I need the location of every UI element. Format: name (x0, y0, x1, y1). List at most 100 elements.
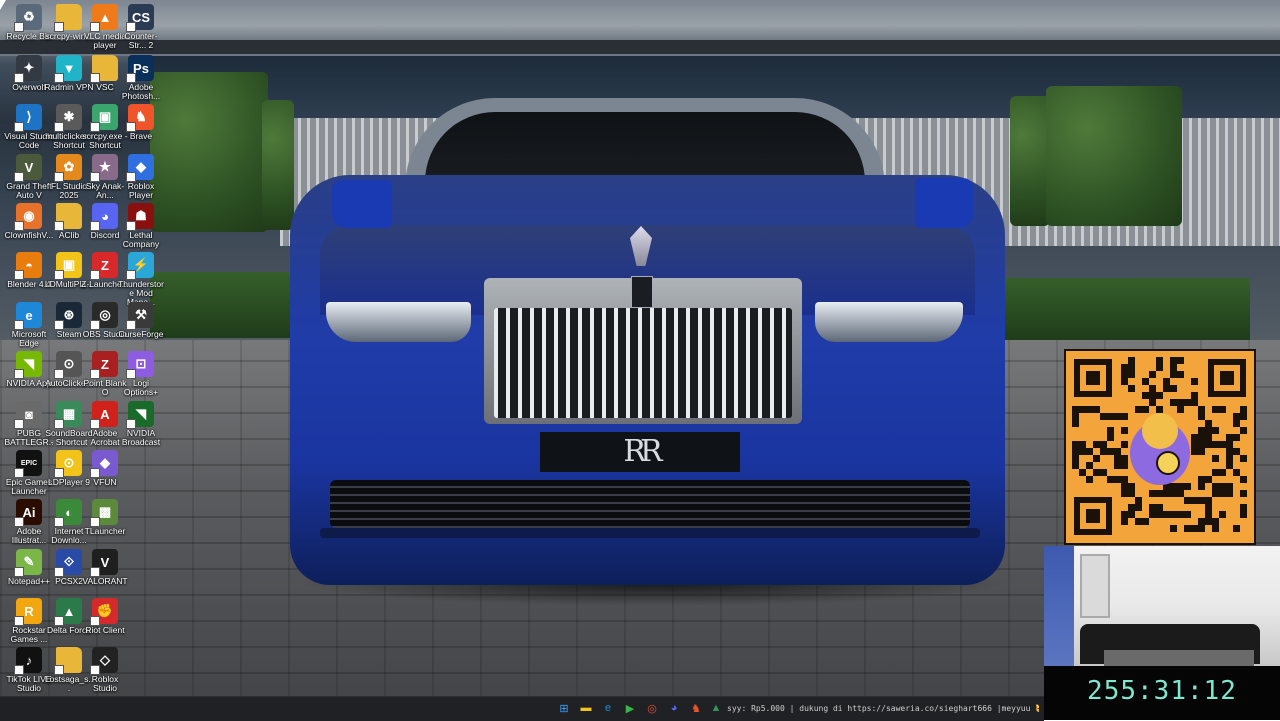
qr-module (1205, 420, 1212, 427)
grand-theft-auto-v-icon: V (14, 154, 42, 182)
shortcut-arrow-icon (90, 320, 100, 330)
qr-module (1093, 406, 1100, 413)
desktop-icon-logi-options[interactable]: ⊡ Logi Options+ (116, 351, 166, 397)
qr-module (1205, 427, 1212, 434)
qr-module (1198, 497, 1205, 504)
qr-module (1170, 371, 1177, 378)
webcam-wall (1044, 546, 1074, 666)
wallpaper-hedge-right (1046, 86, 1182, 226)
qr-module (1135, 518, 1142, 525)
media-player-icon[interactable]: ▶ (622, 700, 638, 716)
wallpaper-roofline (0, 40, 1280, 56)
qr-module (1121, 378, 1128, 385)
qr-module (1093, 455, 1100, 462)
lethal-company-icon: ☗ (126, 203, 154, 231)
qr-module (1198, 427, 1205, 434)
qr-module (1233, 420, 1240, 427)
qr-module (1212, 490, 1219, 497)
desktop-icon-riot-client[interactable]: ✊ Riot Client (80, 598, 130, 635)
qr-module (1114, 455, 1121, 462)
qr-module (1142, 406, 1149, 413)
qr-module (1149, 490, 1156, 497)
nvidia-icon[interactable]: ▲ (708, 700, 724, 716)
shortcut-arrow-icon (54, 73, 64, 83)
qr-module (1121, 427, 1128, 434)
desktop-icon-lethal-company[interactable]: ☗ Lethal Company (116, 203, 166, 249)
qr-module (1198, 434, 1205, 441)
car-grille (494, 308, 792, 418)
chrome-icon[interactable]: ◎ (644, 700, 660, 716)
qr-module (1072, 441, 1079, 448)
qr-module (1198, 525, 1205, 532)
delta-force-icon: ▲ (54, 598, 82, 626)
webcam-overlay (1044, 546, 1280, 666)
shortcut-arrow-icon (90, 172, 100, 182)
qr-module (1184, 399, 1191, 406)
desktop-icon-counter-str-2[interactable]: CS Counter-Str... 2 (116, 4, 166, 50)
desktop-icon-brave[interactable]: ♞ Brave (116, 104, 166, 141)
qr-module (1240, 455, 1247, 462)
shortcut-arrow-icon (126, 369, 136, 379)
desktop-icon-curseforge[interactable]: ⚒ CurseForge (116, 302, 166, 339)
edge-icon[interactable]: e (600, 700, 616, 716)
qr-module (1128, 371, 1135, 378)
qr-module (1205, 497, 1212, 504)
desktop-icon-label: TLauncher (84, 526, 126, 536)
qr-module (1226, 490, 1233, 497)
start-icon[interactable]: ⊞ (556, 700, 572, 716)
qr-module (1226, 434, 1233, 441)
qr-module (1142, 518, 1149, 525)
qr-module (1079, 406, 1086, 413)
qr-module (1086, 462, 1093, 469)
desktop-icon-nvidia-broadcast[interactable]: ◥ NVIDIA Broadcast (116, 401, 166, 447)
desktop-icon-adobe-photosh[interactable]: Ps Adobe Photosh... (116, 55, 166, 101)
desktop-icon-label: VFUN (93, 477, 117, 487)
qr-module (1240, 427, 1247, 434)
shortcut-arrow-icon (90, 567, 100, 577)
qr-module (1184, 511, 1191, 518)
file-explorer-icon[interactable]: ▬ (578, 700, 594, 716)
discord-icon[interactable]: ◕ (666, 700, 682, 716)
qr-module (1170, 399, 1177, 406)
qr-module (1163, 511, 1170, 518)
clownfishv-icon: ◉ (14, 203, 42, 231)
qr-module (1156, 406, 1163, 413)
desktop-icon-tlauncher[interactable]: ▩ TLauncher (80, 499, 130, 536)
qr-module (1121, 476, 1128, 483)
car-lower-grille (330, 480, 970, 528)
desktop-icon-label: Logi Options+ (123, 378, 159, 397)
mouse-cursor (0, 0, 6, 10)
desktop-icon-thunderstore-mod-mana[interactable]: ⚡Thunderstore Mod Mana... (116, 252, 166, 307)
qr-module (1212, 455, 1219, 462)
qr-module (1149, 511, 1156, 518)
qr-module (1198, 448, 1205, 455)
qr-module (1163, 490, 1170, 497)
wallpaper-hedge-left-small (262, 100, 294, 230)
desktop-icon-vfun[interactable]: ◆ VFUN (80, 450, 130, 487)
qr-module (1128, 490, 1135, 497)
qr-module (1240, 406, 1247, 413)
qr-module (1219, 511, 1226, 518)
stream-timer: 255:31:12 (1044, 666, 1280, 720)
desktop-icon-valorant[interactable]: V VALORANT (80, 549, 130, 586)
qr-module (1233, 448, 1240, 455)
car-headlight-right (815, 302, 963, 342)
shortcut-arrow-icon (90, 616, 100, 626)
qr-module (1093, 469, 1100, 476)
qr-module (1177, 371, 1184, 378)
shortcut-arrow-icon (90, 419, 100, 429)
radmin-vpn-icon: ▼ (54, 55, 82, 83)
qr-module (1170, 525, 1177, 532)
brave-icon[interactable]: ♞ (688, 700, 704, 716)
qr-module (1212, 406, 1219, 413)
desktop-icon-roblox-player[interactable]: ◆ Roblox Player (116, 154, 166, 200)
shortcut-arrow-icon (54, 468, 64, 478)
qr-module (1121, 490, 1128, 497)
qr-module (1177, 406, 1184, 413)
desktop-icon-roblox-studio[interactable]: ◇ Roblox Studio (80, 647, 130, 693)
tiktok-live-studio-icon: ♪ (14, 647, 42, 675)
qr-mascot (1130, 413, 1190, 485)
qr-module (1128, 504, 1135, 511)
qr-module (1198, 406, 1205, 413)
wallpaper-hedge-left (150, 72, 268, 232)
